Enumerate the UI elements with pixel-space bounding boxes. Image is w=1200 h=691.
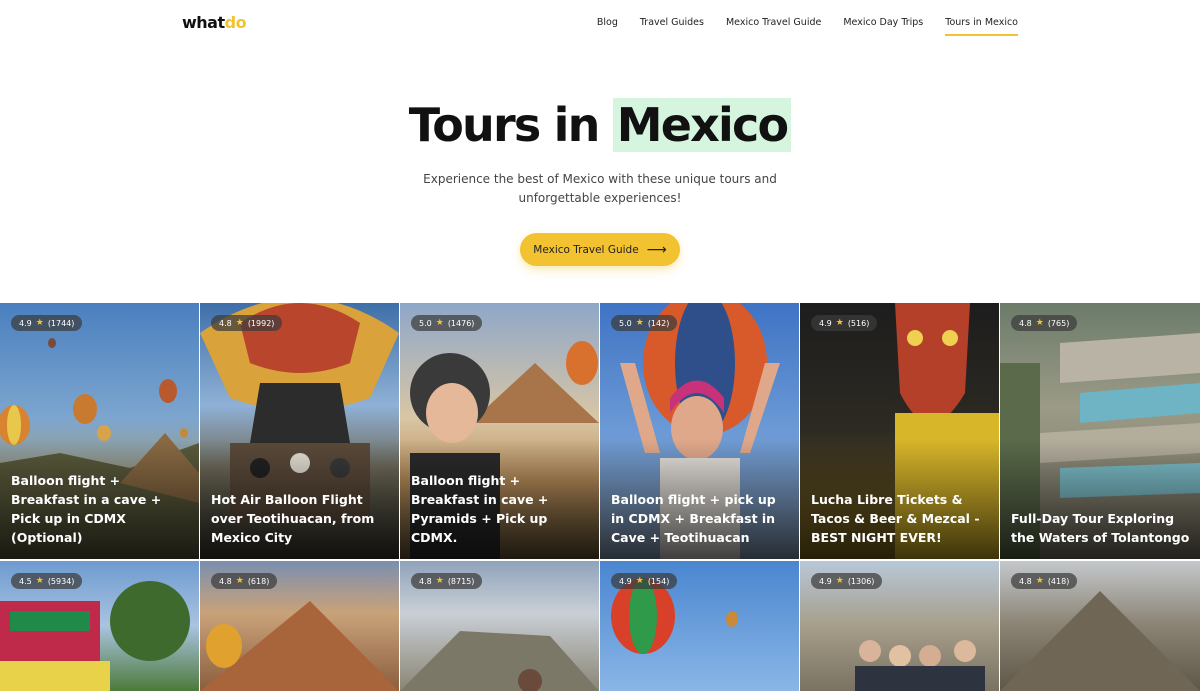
rating-value: 4.8 (1019, 318, 1032, 328)
title-highlight: Mexico (612, 98, 792, 152)
review-count: (516) (847, 318, 870, 328)
whatdo-logo[interactable]: whatdo (182, 13, 247, 32)
review-count: (618) (247, 576, 270, 586)
rating-value: 5.0 (619, 318, 632, 328)
review-count: (142) (647, 318, 670, 328)
review-count: (1992) (247, 318, 275, 328)
rating-badge: 5.0 ★ (1476) (411, 315, 483, 331)
tour-title: Balloon flight + Breakfast in cave + Pyr… (411, 473, 549, 545)
star-icon: ★ (1035, 576, 1044, 586)
tour-title: Balloon flight + pick up in CDMX + Break… (611, 492, 776, 545)
rating-badge: 4.9 ★ (516) (811, 315, 878, 331)
star-icon: ★ (235, 576, 244, 586)
rating-badge: 4.8 ★ (618) (211, 573, 278, 589)
tour-card[interactable]: 4.8 ★ (8715) (400, 561, 599, 691)
tour-card[interactable]: 4.8 ★ (765) Full-Day Tour Exploring the Wa… (1000, 303, 1200, 559)
rating-badge: 4.8 ★ (765) (1011, 315, 1078, 331)
star-icon: ★ (435, 576, 444, 586)
main-nav: Blog Travel Guides Mexico Travel Guide M… (597, 17, 1018, 36)
nav-mexico-day-trips[interactable]: Mexico Day Trips (843, 17, 923, 36)
cta-label: Mexico Travel Guide (533, 243, 639, 256)
rating-value: 4.8 (1019, 576, 1032, 586)
star-icon: ★ (635, 576, 644, 586)
rating-value: 4.8 (219, 318, 232, 328)
tour-title: Lucha Libre Tickets & Tacos & Beer & Mez… (811, 492, 980, 545)
mexico-travel-guide-button[interactable]: Mexico Travel Guide ⟶ (520, 233, 680, 266)
star-icon: ★ (35, 576, 44, 586)
site-header: whatdo Blog Travel Guides Mexico Travel … (0, 0, 1200, 48)
rating-value: 4.5 (19, 576, 32, 586)
tour-card[interactable]: 4.8 ★ (618) (200, 561, 399, 691)
tour-grid: 4.9 ★ (1744) Balloon flight + Breakfast in… (0, 303, 1200, 691)
nav-mexico-travel-guide[interactable]: Mexico Travel Guide (726, 17, 821, 36)
rating-badge: 4.5 ★ (5934) (11, 573, 83, 589)
rating-value: 4.8 (419, 576, 432, 586)
rating-value: 4.8 (219, 576, 232, 586)
tour-card[interactable]: 4.9 ★ (1306) (800, 561, 999, 691)
star-icon: ★ (835, 576, 844, 586)
rating-badge: 4.9 ★ (1744) (11, 315, 83, 331)
star-icon: ★ (1035, 318, 1044, 328)
tour-title: Balloon flight + Breakfast in a cave + P… (11, 473, 162, 545)
page-title: Tours in Mexico (0, 98, 1200, 152)
review-count: (1476) (447, 318, 475, 328)
rating-badge: 4.9 ★ (154) (611, 573, 678, 589)
arrow-right-icon: ⟶ (646, 241, 667, 258)
tour-card[interactable]: 4.9 ★ (1744) Balloon flight + Breakfast in… (0, 303, 199, 559)
rating-badge: 4.9 ★ (1306) (811, 573, 883, 589)
nav-blog[interactable]: Blog (597, 17, 618, 36)
rating-value: 4.9 (819, 576, 832, 586)
star-icon: ★ (35, 318, 44, 328)
nav-travel-guides[interactable]: Travel Guides (640, 17, 704, 36)
rating-value: 5.0 (419, 318, 432, 328)
review-count: (5934) (47, 576, 75, 586)
review-count: (1306) (847, 576, 875, 586)
tour-card[interactable]: 4.9 ★ (516) Lucha Libre Tickets & Tacos & … (800, 303, 999, 559)
tour-card[interactable]: 4.8 ★ (1992) Hot Air Balloon Flight over T… (200, 303, 399, 559)
review-count: (418) (1047, 576, 1070, 586)
review-count: (1744) (47, 318, 75, 328)
star-icon: ★ (835, 318, 844, 328)
nav-tours-in-mexico[interactable]: Tours in Mexico (945, 17, 1018, 36)
review-count: (765) (1047, 318, 1070, 328)
rating-value: 4.9 (19, 318, 32, 328)
tour-card[interactable]: 5.0 ★ (142) Balloon flight + pick up in CD… (600, 303, 799, 559)
tour-title: Full-Day Tour Exploring the Waters of To… (1011, 511, 1190, 545)
star-icon: ★ (235, 318, 244, 328)
star-icon: ★ (635, 318, 644, 328)
logo-do: do (224, 13, 247, 32)
rating-value: 4.9 (619, 576, 632, 586)
tour-card[interactable]: 4.8 ★ (418) (1000, 561, 1200, 691)
tour-card[interactable]: 5.0 ★ (1476) Balloon flight + Breakfast in… (400, 303, 599, 559)
tour-title: Hot Air Balloon Flight over Teotihuacan,… (211, 492, 375, 545)
review-count: (154) (647, 576, 670, 586)
review-count: (8715) (447, 576, 475, 586)
logo-what: what (182, 13, 225, 32)
rating-badge: 5.0 ★ (142) (611, 315, 678, 331)
rating-badge: 4.8 ★ (1992) (211, 315, 283, 331)
tour-card[interactable]: 4.9 ★ (154) (600, 561, 799, 691)
rating-badge: 4.8 ★ (8715) (411, 573, 483, 589)
rating-badge: 4.8 ★ (418) (1011, 573, 1078, 589)
star-icon: ★ (435, 318, 444, 328)
tour-card[interactable]: 4.5 ★ (5934) (0, 561, 199, 691)
title-prefix: Tours in (408, 98, 613, 152)
rating-value: 4.9 (819, 318, 832, 328)
page-subtitle: Experience the best of Mexico with these… (423, 172, 777, 205)
